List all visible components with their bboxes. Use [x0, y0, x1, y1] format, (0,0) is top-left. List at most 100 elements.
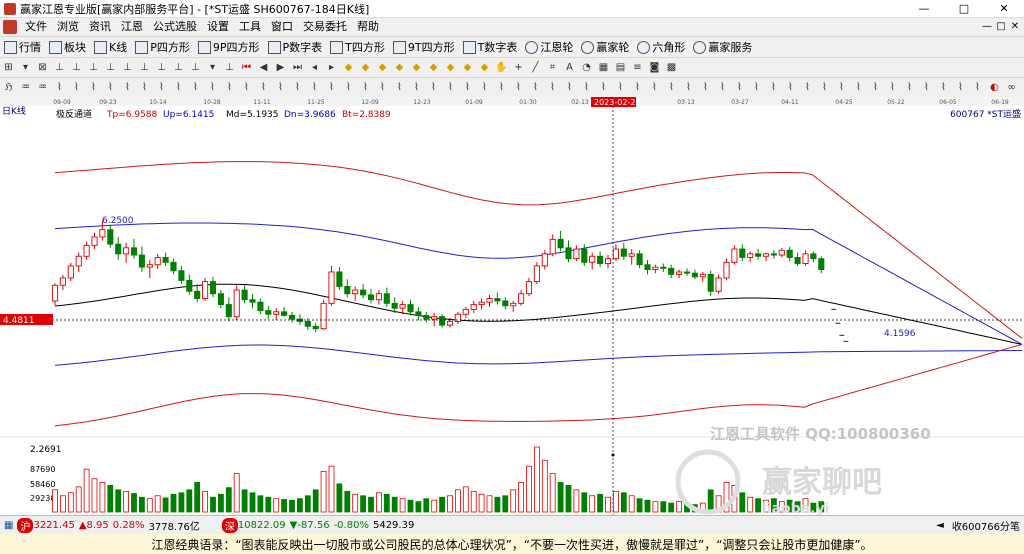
menu-browse[interactable]: 浏览: [52, 18, 84, 36]
menu-tools[interactable]: 工具: [234, 18, 266, 36]
tool-at-icon[interactable]: ⌇: [767, 81, 780, 94]
cursor-icon[interactable]: ⊞: [2, 61, 15, 74]
play-next-icon[interactable]: ▶: [274, 61, 287, 74]
tool-ac-icon[interactable]: ⌇: [478, 81, 491, 94]
candle-icon[interactable]: ⊥: [138, 61, 151, 74]
tool-au-icon[interactable]: ⌇: [784, 81, 797, 94]
document-logo-icon[interactable]: [3, 20, 17, 34]
tool-t-icon[interactable]: ⌇: [325, 81, 338, 94]
candle-icon[interactable]: ⊥: [155, 61, 168, 74]
candle-icon[interactable]: ⊥: [121, 61, 134, 74]
9t-square-button[interactable]: 9T四方形: [389, 39, 459, 55]
stats-icon[interactable]: ▩: [665, 61, 678, 74]
p-square-button[interactable]: P四方形: [131, 39, 194, 55]
tool-x-icon[interactable]: ⌇: [393, 81, 406, 94]
t-square-button[interactable]: T四方形: [326, 39, 389, 55]
tool-e-icon[interactable]: ⌇: [70, 81, 83, 94]
tool-bd-icon[interactable]: ⌇: [937, 81, 950, 94]
speaker-icon[interactable]: ◄: [932, 520, 948, 531]
table-icon[interactable]: ▦: [597, 61, 610, 74]
notes-icon[interactable]: ≡: [631, 61, 644, 74]
tool-az-icon[interactable]: ⌇: [869, 81, 882, 94]
tool-g-icon[interactable]: ⌇: [104, 81, 117, 94]
mdi-minimize-button[interactable]: —: [980, 18, 994, 36]
tool-z-icon[interactable]: ⌇: [427, 81, 440, 94]
menu-help[interactable]: 帮助: [352, 18, 384, 36]
tool-m-icon[interactable]: ⌇: [206, 81, 219, 94]
arrow-left-icon[interactable]: ◂: [308, 61, 321, 74]
tool-i-icon[interactable]: ⌇: [138, 81, 151, 94]
tool-bc-icon[interactable]: ⌇: [920, 81, 933, 94]
hexagon-button[interactable]: 六角形: [633, 39, 689, 55]
tool-ai-icon[interactable]: ⌇: [580, 81, 593, 94]
9p-square-button[interactable]: 9P四方形: [194, 39, 264, 55]
candle-icon[interactable]: ⊥: [104, 61, 117, 74]
tool-aa-icon[interactable]: ⌇: [444, 81, 457, 94]
tool-ag-icon[interactable]: ⌇: [546, 81, 559, 94]
kline-button[interactable]: K线: [90, 39, 131, 55]
menu-trade[interactable]: 交易委托: [298, 18, 352, 36]
tool-an-icon[interactable]: ⌇: [665, 81, 678, 94]
tool-d-icon[interactable]: ⌇: [53, 81, 66, 94]
play-end-icon[interactable]: ⏭: [291, 61, 304, 74]
close-button[interactable]: ✕: [984, 0, 1024, 17]
tool-j-icon[interactable]: ⌇: [155, 81, 168, 94]
kline-chart[interactable]: 09-09 09-23 10-14 10-28 11-11 11-25 12-09 12-23…: [0, 97, 1024, 517]
grid-icon[interactable]: ▦: [0, 520, 17, 531]
tool-s-icon[interactable]: ⌇: [308, 81, 321, 94]
crosshair-icon[interactable]: +: [512, 61, 525, 74]
tool-av-icon[interactable]: ⌇: [801, 81, 814, 94]
menu-gann[interactable]: 江恩: [116, 18, 148, 36]
menu-settings[interactable]: 设置: [202, 18, 234, 36]
tool-a-icon[interactable]: ℌ: [2, 81, 15, 94]
sectors-button[interactable]: 板块: [45, 39, 90, 55]
tool-ap-icon[interactable]: ⌇: [699, 81, 712, 94]
calculator-icon[interactable]: ▤: [614, 61, 627, 74]
car-icon[interactable]: ◙: [648, 61, 661, 74]
diamond-icon[interactable]: ◆: [393, 61, 406, 74]
play-prev-icon[interactable]: ◀: [257, 61, 270, 74]
tool-am-icon[interactable]: ⌇: [648, 81, 661, 94]
tool-o-icon[interactable]: ⌇: [240, 81, 253, 94]
diamond-icon[interactable]: ◆: [427, 61, 440, 74]
tool-aw-icon[interactable]: ⌇: [818, 81, 831, 94]
tool-r-icon[interactable]: ⌇: [291, 81, 304, 94]
candle-icon[interactable]: ⊥: [53, 61, 66, 74]
tool-al-icon[interactable]: ⌇: [631, 81, 644, 94]
tool-ar-icon[interactable]: ⌇: [733, 81, 746, 94]
pie-icon[interactable]: ◔: [580, 61, 593, 74]
winner-service-button[interactable]: 赢家服务: [689, 39, 756, 55]
diamond-icon[interactable]: ◆: [359, 61, 372, 74]
diamond-icon[interactable]: ◆: [376, 61, 389, 74]
tool-bb-icon[interactable]: ⌇: [903, 81, 916, 94]
p-number-table-button[interactable]: P数字表: [264, 39, 327, 55]
menu-window[interactable]: 窗口: [266, 18, 298, 36]
line-icon[interactable]: ╱: [529, 61, 542, 74]
tool-f-icon[interactable]: ⌇: [87, 81, 100, 94]
diamond-icon[interactable]: ◆: [461, 61, 474, 74]
diamond-icon[interactable]: ◆: [478, 61, 491, 74]
candle-icon[interactable]: ⊥: [223, 61, 236, 74]
ruler-icon[interactable]: ⌗: [546, 61, 559, 74]
candle-icon[interactable]: ⊥: [87, 61, 100, 74]
candle-icon[interactable]: ⊥: [189, 61, 202, 74]
mdi-restore-button[interactable]: □: [994, 18, 1008, 36]
tool-ao-icon[interactable]: ⌇: [682, 81, 695, 94]
tool-u-icon[interactable]: ⌇: [342, 81, 355, 94]
tool-b-icon[interactable]: ♒: [19, 81, 32, 94]
tool-c-icon[interactable]: ♒: [36, 81, 49, 94]
candle-icon[interactable]: ⊥: [70, 61, 83, 74]
tool-h-icon[interactable]: ⌇: [121, 81, 134, 94]
arrow-right-icon[interactable]: ▸: [325, 61, 338, 74]
menu-info[interactable]: 资讯: [84, 18, 116, 36]
infinity-icon[interactable]: ∞: [1005, 81, 1018, 94]
tool-v-icon[interactable]: ⌇: [359, 81, 372, 94]
menu-formula-select[interactable]: 公式选股: [148, 18, 202, 36]
t-number-table-button[interactable]: T数字表: [459, 39, 522, 55]
tool-ay-icon[interactable]: ⌇: [852, 81, 865, 94]
tool-ax-icon[interactable]: ⌇: [835, 81, 848, 94]
gann-wheel-button[interactable]: 江恩轮: [521, 39, 577, 55]
diamond-icon[interactable]: ◆: [410, 61, 423, 74]
tool-ad-icon[interactable]: ⌇: [495, 81, 508, 94]
tool-as-icon[interactable]: ⌇: [750, 81, 763, 94]
